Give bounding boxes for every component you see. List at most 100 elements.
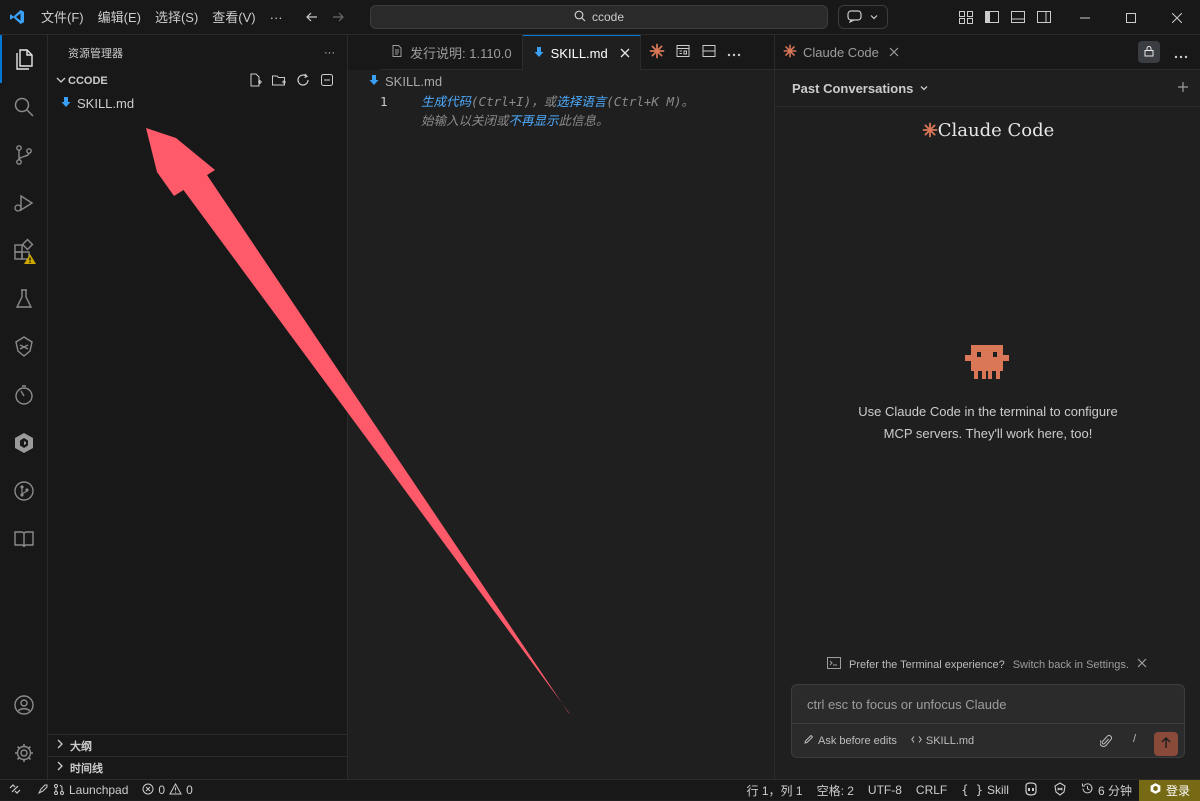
copilot-status[interactable] [1016,780,1046,801]
extensions-warning-icon[interactable] [0,227,48,275]
gitkraken-status[interactable] [1046,780,1074,801]
outline-label: 大纲 [70,740,92,753]
run-debug-icon[interactable] [0,179,48,227]
claude-sparkle-icon[interactable] [649,43,665,62]
dont-show-again-link[interactable]: 不再显示 [509,113,559,128]
panel-tab-label: Claude Code [803,44,879,60]
editor-more-icon[interactable] [727,45,741,60]
outline-section[interactable]: 大纲 [48,734,347,756]
cursor-position[interactable]: 行 1，列 1 [740,780,810,801]
testing-flask-icon[interactable] [0,275,48,323]
tab-release-notes[interactable]: 发行说明: 1.110.0 [380,35,523,70]
end-of-line[interactable]: CRLF [909,780,954,801]
accounts-icon[interactable] [0,681,48,729]
collapse-all-icon[interactable] [319,72,335,91]
file-name: SKILL.md [77,95,135,111]
language-label: Skill [986,783,1009,797]
close-window-button[interactable] [1154,0,1200,35]
menu-view[interactable]: 查看(V) [205,0,262,35]
claude-code-panel: Claude Code Past Conversations Claude Co… [774,35,1200,779]
source-control-icon[interactable] [0,131,48,179]
menu-more[interactable]: ··· [263,0,290,35]
folder-name: CCODE [68,75,108,87]
close-tab-icon[interactable] [889,45,899,60]
menu-file[interactable]: 文件(F) [34,0,91,35]
error-icon [142,783,154,798]
file-chip-label: SKILL.md [925,734,975,747]
search-view-icon[interactable] [0,83,48,131]
dismiss-hint-icon[interactable] [1137,658,1147,671]
code-icon [911,735,922,747]
book-icon[interactable] [0,515,48,563]
ask-label: Ask before edits [818,734,897,747]
cube-extension-icon[interactable] [0,419,48,467]
claude-sparkle-icon [922,120,938,141]
panel-more-icon[interactable] [1174,47,1188,62]
hint-line-2: 始输入以关闭或不再显示此信息。 [421,111,694,130]
time-tracker[interactable]: 6 分钟 [1074,780,1139,801]
close-tab-icon[interactable] [620,46,630,61]
select-language-link[interactable]: 选择语言 [556,94,606,109]
indentation[interactable]: 空格: 2 [810,780,861,801]
prompt-input-box[interactable]: ctrl esc to focus or unfocus Claude Ask … [791,684,1185,758]
tab-skill-md[interactable]: SKILL.md [522,35,641,70]
toggle-panel-icon[interactable] [1010,9,1026,28]
gitkraken-icon[interactable] [0,323,48,371]
explorer-sidebar: 资源管理器 ··· CCODE SKILL.md 大纲 时间线 [48,35,348,779]
git-graph-icon[interactable] [0,467,48,515]
new-file-icon[interactable] [247,72,263,91]
brand-text: Claude Code [937,120,1055,141]
error-count: 0 [158,783,166,797]
settings-gear-icon[interactable] [0,729,48,777]
minimize-button[interactable] [1062,0,1108,35]
markdown-download-icon [368,74,380,89]
past-conversations-header[interactable]: Past Conversations [775,70,1200,107]
lock-group-button[interactable] [1138,41,1160,63]
problems-item[interactable]: 0 0 [135,780,199,801]
customize-layout-icon[interactable] [958,9,974,28]
refresh-icon[interactable] [295,72,311,91]
back-arrow-icon[interactable] [304,9,320,25]
send-button[interactable] [1154,732,1178,756]
menu-selection[interactable]: 选择(S) [148,0,205,35]
warning-icon [169,782,182,798]
launchpad-item[interactable]: Launchpad [30,780,135,801]
ask-before-edits-toggle[interactable]: Ask before edits [804,734,897,747]
panel-tabs: Claude Code [775,35,1200,70]
open-preview-icon[interactable] [675,43,691,62]
toggle-secondary-sidebar-icon[interactable] [1036,9,1052,28]
git-pull-request-icon [53,783,65,798]
slash-command-button[interactable]: / [1133,733,1136,745]
explorer-icon[interactable] [0,35,48,83]
copilot-icon [1023,781,1039,799]
file-skill-md[interactable]: SKILL.md [48,92,347,114]
line-number: 1 [380,94,388,109]
split-editor-icon[interactable] [701,43,717,62]
file-context-chip[interactable]: SKILL.md [911,735,974,747]
markdown-download-icon [60,96,72,111]
switch-back-link[interactable]: Switch back in Settings. [1013,659,1129,671]
tab-claude-code[interactable]: Claude Code [775,35,907,70]
breadcrumb[interactable]: SKILL.md [348,70,774,92]
timer-icon[interactable] [0,371,48,419]
menu-edit[interactable]: 编辑(E) [91,0,148,35]
remote-indicator[interactable] [0,780,30,801]
sign-in-button[interactable]: 登录 [1138,779,1200,801]
attach-icon[interactable] [1099,734,1112,751]
maximize-button[interactable] [1108,0,1154,35]
command-center-search[interactable]: ccode [370,5,828,29]
rocket-icon [37,783,49,798]
encoding[interactable]: UTF-8 [861,780,909,801]
explorer-more-button[interactable]: ··· [324,47,335,59]
timeline-section[interactable]: 时间线 [48,756,347,778]
new-conversation-icon[interactable] [1177,81,1189,96]
forward-arrow-icon[interactable] [330,9,346,25]
toggle-primary-sidebar-icon[interactable] [984,9,1000,28]
language-mode[interactable]: { } Skill [954,780,1016,801]
folder-ccode[interactable]: CCODE [48,70,347,92]
menu-bar: 文件(F) 编辑(E) 选择(S) 查看(V) ··· [34,0,290,35]
prompt-placeholder[interactable]: ctrl esc to focus or unfocus Claude [807,697,1006,712]
copilot-chat-button[interactable] [838,5,888,29]
generate-code-link[interactable]: 生成代码 [421,94,471,109]
new-folder-icon[interactable] [271,72,287,91]
